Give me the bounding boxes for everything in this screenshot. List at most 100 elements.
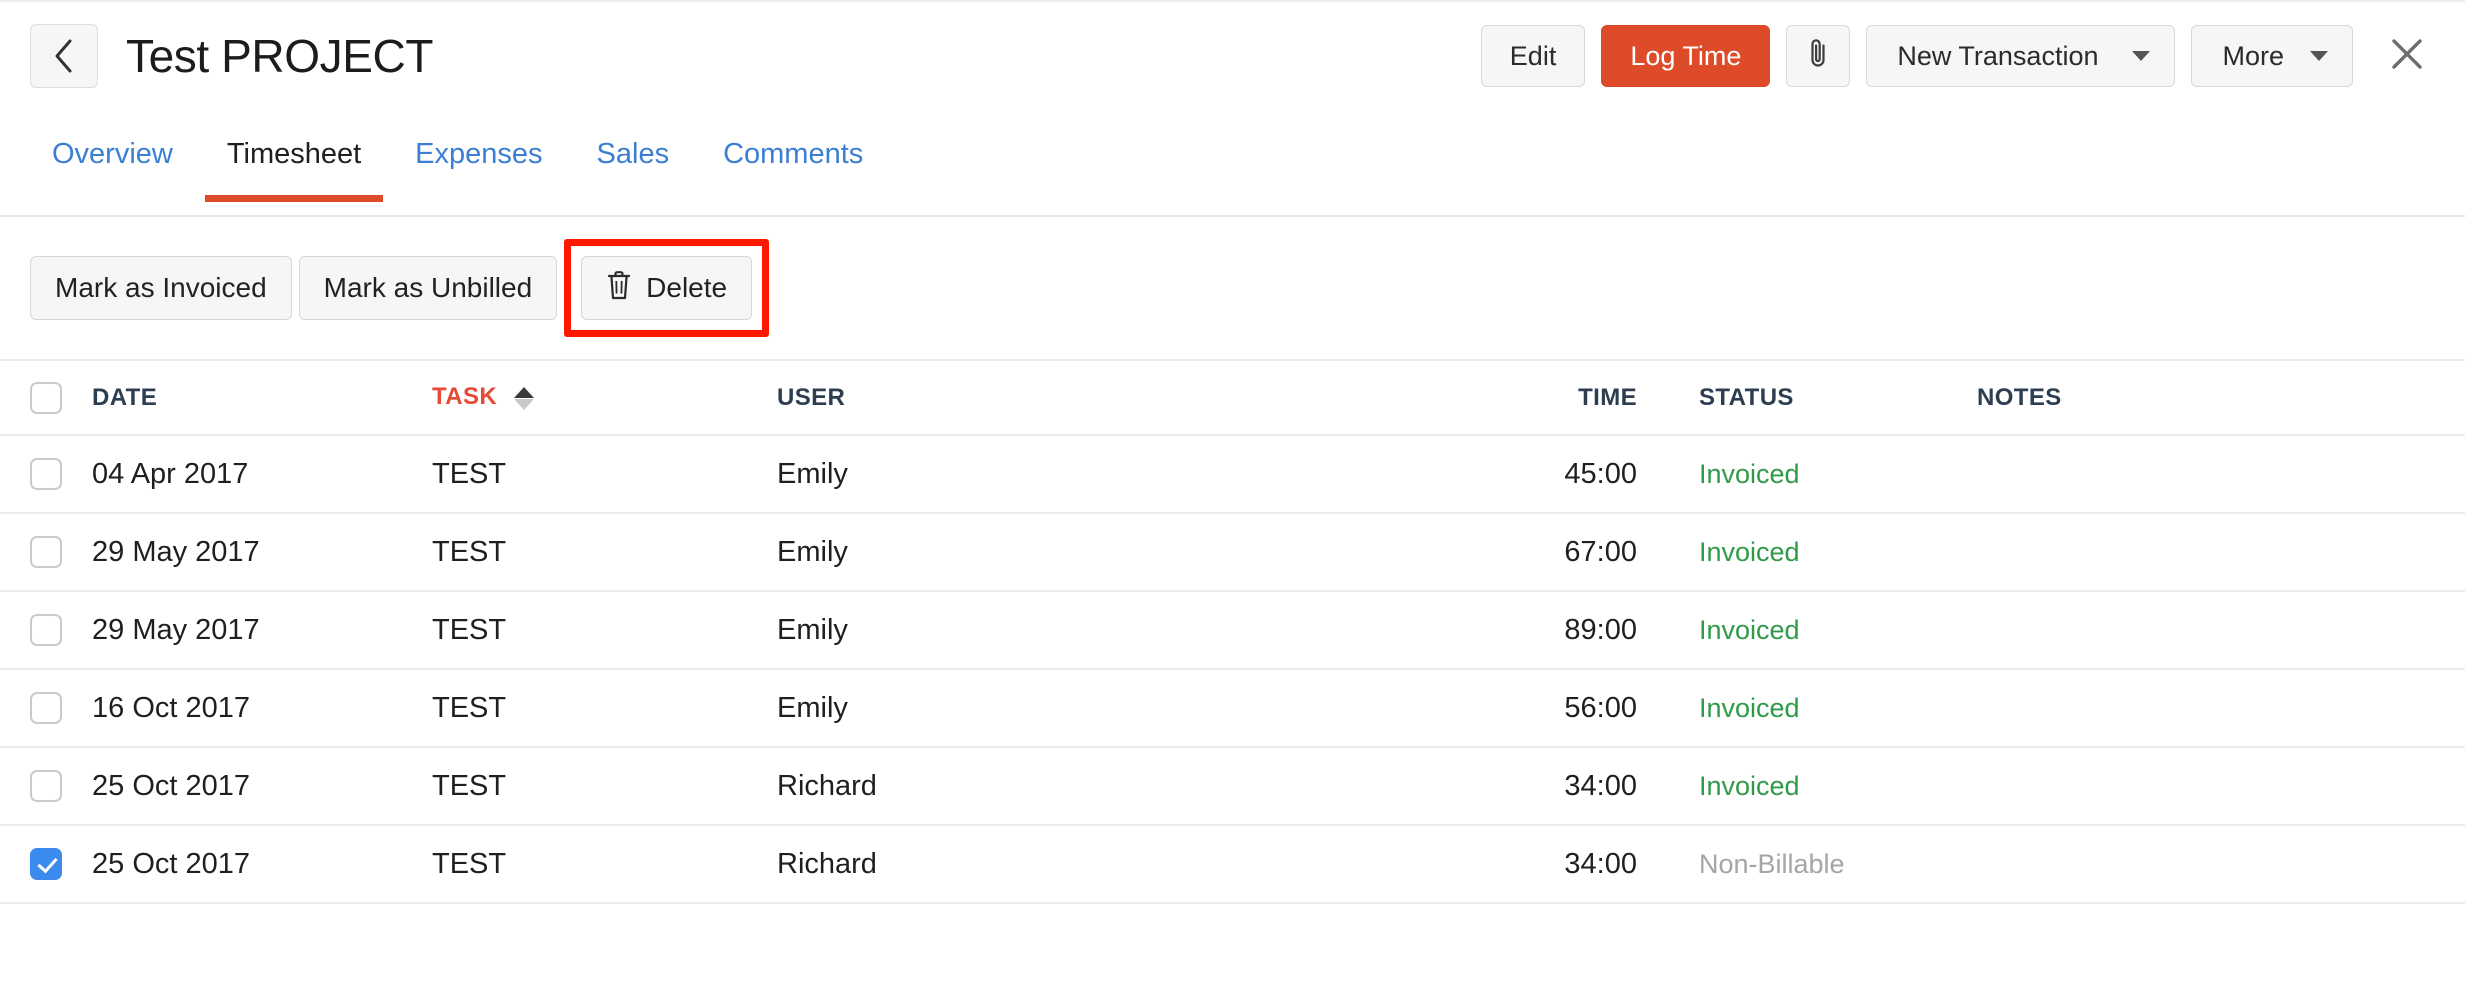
status-badge: Invoiced bbox=[1699, 770, 1800, 801]
timesheet-page: Test PROJECT Edit Log Time New Transacti… bbox=[0, 0, 2465, 997]
cell-task: TEST bbox=[432, 769, 507, 802]
sort-ascending-icon bbox=[513, 386, 534, 410]
new-transaction-button[interactable]: New Transaction bbox=[1866, 25, 2176, 87]
cell-time: 67:00 bbox=[1564, 535, 1637, 568]
table-body: 04 Apr 2017 TEST Emily 45:00 Invoiced 29… bbox=[0, 435, 2465, 903]
cell-notes bbox=[1977, 591, 2465, 669]
page-header: Test PROJECT Edit Log Time New Transacti… bbox=[0, 2, 2465, 110]
row-select-cell bbox=[0, 591, 92, 669]
row-checkbox[interactable] bbox=[30, 848, 62, 880]
delete-button[interactable]: Delete bbox=[581, 256, 753, 320]
row-select-cell bbox=[0, 669, 92, 747]
cell-date: 04 Apr 2017 bbox=[92, 457, 249, 490]
column-header-status[interactable]: STATUS bbox=[1637, 361, 1977, 435]
cell-time: 56:00 bbox=[1564, 691, 1637, 724]
table-row[interactable]: 25 Oct 2017 TEST Richard 34:00 Invoiced bbox=[0, 747, 2465, 825]
cell-user: Emily bbox=[777, 613, 848, 646]
paperclip-icon bbox=[1807, 36, 1829, 77]
timesheet-table: DATE TASK USER TIME STATUS NOTES 04 Apr … bbox=[0, 361, 2465, 904]
cell-task: TEST bbox=[432, 847, 507, 880]
tab-timesheet[interactable]: Timesheet bbox=[204, 110, 384, 202]
status-badge: Invoiced bbox=[1699, 692, 1800, 723]
tab-comments[interactable]: Comments bbox=[701, 110, 885, 171]
new-transaction-label: New Transaction bbox=[1897, 40, 2099, 71]
cell-user: Emily bbox=[777, 535, 848, 568]
header-actions: Edit Log Time New Transaction More bbox=[1480, 25, 2437, 87]
cell-time: 89:00 bbox=[1564, 613, 1637, 646]
table-header: DATE TASK USER TIME STATUS NOTES bbox=[0, 361, 2465, 435]
column-header-user[interactable]: USER bbox=[777, 361, 1477, 435]
table-row[interactable]: 16 Oct 2017 TEST Emily 56:00 Invoiced bbox=[0, 669, 2465, 747]
tab-sales[interactable]: Sales bbox=[575, 110, 692, 171]
cell-status: Invoiced bbox=[1637, 513, 1977, 591]
table-row[interactable]: 29 May 2017 TEST Emily 67:00 Invoiced bbox=[0, 513, 2465, 591]
column-header-time[interactable]: TIME bbox=[1477, 361, 1637, 435]
close-icon bbox=[2388, 35, 2426, 78]
cell-user: Emily bbox=[777, 457, 848, 490]
back-button[interactable] bbox=[30, 24, 98, 88]
more-button[interactable]: More bbox=[2191, 25, 2353, 87]
row-select-cell bbox=[0, 747, 92, 825]
column-label-notes: NOTES bbox=[1977, 383, 2062, 411]
cell-date: 29 May 2017 bbox=[92, 613, 260, 646]
delete-button-highlight: Delete bbox=[564, 239, 770, 337]
cell-notes bbox=[1977, 513, 2465, 591]
select-all-checkbox[interactable] bbox=[30, 381, 62, 414]
status-badge: Non-Billable bbox=[1699, 848, 1845, 879]
status-badge: Invoiced bbox=[1699, 536, 1800, 567]
cell-user: Richard bbox=[777, 847, 877, 880]
delete-label: Delete bbox=[646, 272, 728, 303]
cell-date: 16 Oct 2017 bbox=[92, 691, 250, 724]
cell-date: 25 Oct 2017 bbox=[92, 769, 250, 802]
cell-status: Non-Billable bbox=[1637, 825, 1977, 903]
row-checkbox[interactable] bbox=[30, 614, 62, 646]
chevron-down-icon bbox=[2132, 51, 2151, 61]
table-row[interactable]: 29 May 2017 TEST Emily 89:00 Invoiced bbox=[0, 591, 2465, 669]
cell-status: Invoiced bbox=[1637, 591, 1977, 669]
chevron-down-icon bbox=[2310, 51, 2328, 61]
cell-task: TEST bbox=[432, 535, 507, 568]
column-header-task[interactable]: TASK bbox=[432, 361, 777, 435]
column-label-task: TASK bbox=[432, 383, 498, 411]
row-checkbox[interactable] bbox=[30, 770, 62, 802]
cell-task: TEST bbox=[432, 613, 507, 646]
cell-notes bbox=[1977, 669, 2465, 747]
cell-time: 34:00 bbox=[1564, 847, 1637, 880]
select-all-cell bbox=[0, 361, 92, 435]
cell-notes bbox=[1977, 825, 2465, 903]
row-select-cell bbox=[0, 435, 92, 513]
table-header-row: DATE TASK USER TIME STATUS NOTES bbox=[0, 361, 2465, 435]
cell-status: Invoiced bbox=[1637, 435, 1977, 513]
cell-user: Emily bbox=[777, 691, 848, 724]
tab-bar: Overview Timesheet Expenses Sales Commen… bbox=[0, 110, 2465, 217]
tab-expenses[interactable]: Expenses bbox=[393, 110, 564, 171]
table-row[interactable]: 25 Oct 2017 TEST Richard 34:00 Non-Billa… bbox=[0, 825, 2465, 903]
cell-user: Richard bbox=[777, 769, 877, 802]
status-badge: Invoiced bbox=[1699, 458, 1800, 489]
cell-time: 45:00 bbox=[1564, 457, 1637, 490]
close-button[interactable] bbox=[2377, 26, 2437, 86]
row-checkbox[interactable] bbox=[30, 692, 62, 724]
column-label-user: USER bbox=[777, 383, 846, 411]
column-header-notes[interactable]: NOTES bbox=[1977, 361, 2465, 435]
tab-overview[interactable]: Overview bbox=[30, 110, 195, 171]
edit-button[interactable]: Edit bbox=[1480, 25, 1586, 87]
row-checkbox[interactable] bbox=[30, 536, 62, 568]
cell-task: TEST bbox=[432, 691, 507, 724]
mark-as-unbilled-button[interactable]: Mark as Unbilled bbox=[298, 256, 558, 320]
cell-time: 34:00 bbox=[1564, 769, 1637, 802]
mark-as-invoiced-button[interactable]: Mark as Invoiced bbox=[30, 256, 292, 320]
table-row[interactable]: 04 Apr 2017 TEST Emily 45:00 Invoiced bbox=[0, 435, 2465, 513]
log-time-button[interactable]: Log Time bbox=[1601, 25, 1771, 87]
bulk-action-toolbar: Mark as Invoiced Mark as Unbilled Delete bbox=[0, 217, 2465, 361]
row-checkbox[interactable] bbox=[30, 458, 62, 490]
cell-task: TEST bbox=[432, 457, 507, 490]
cell-date: 25 Oct 2017 bbox=[92, 847, 250, 880]
cell-date: 29 May 2017 bbox=[92, 535, 260, 568]
attachment-button[interactable] bbox=[1786, 25, 1851, 87]
column-label-date: DATE bbox=[92, 383, 158, 411]
column-header-date[interactable]: DATE bbox=[92, 361, 432, 435]
cell-status: Invoiced bbox=[1637, 669, 1977, 747]
trash-icon bbox=[606, 270, 632, 307]
cell-notes bbox=[1977, 435, 2465, 513]
